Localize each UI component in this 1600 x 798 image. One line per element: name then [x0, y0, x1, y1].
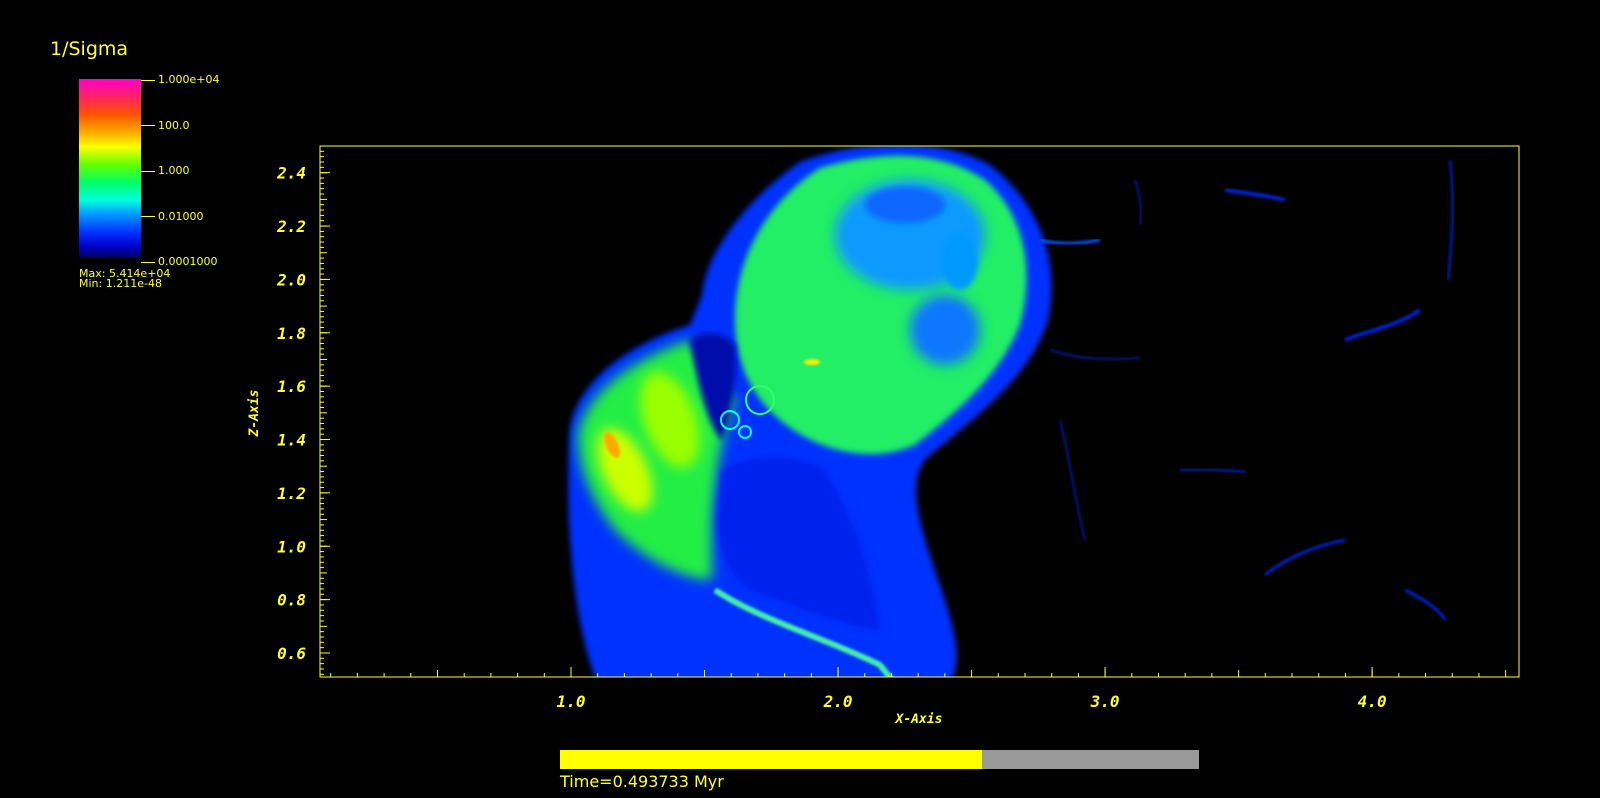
filament: [1059, 419, 1086, 541]
time-progress-fill: [560, 750, 982, 769]
y-axis-title: Z-Axis: [247, 390, 262, 438]
y-tick-label: 2.4: [276, 164, 306, 183]
y-tick-label: 2.0: [276, 270, 306, 289]
x-tick-label: 2.0: [823, 692, 853, 711]
filament: [1264, 538, 1346, 577]
x-tick-label: 3.0: [1090, 692, 1120, 711]
filament: [1134, 179, 1142, 226]
time-progress-bar: [560, 750, 1199, 769]
filament: [1039, 238, 1101, 245]
y-tick-label: 1.6: [277, 377, 306, 396]
time-label: Time=0.493733 Myr: [560, 772, 724, 791]
filament: [1344, 308, 1422, 342]
y-tick-label: 1.8: [277, 324, 306, 343]
filament: [1179, 467, 1246, 474]
y-tick-label: 1.0: [277, 537, 306, 556]
y-tick-label: 0.6: [277, 644, 306, 663]
cavity: [865, 187, 945, 223]
cavity: [910, 295, 980, 365]
x-tick-label: 4.0: [1358, 692, 1387, 711]
filament: [1049, 349, 1141, 361]
filament: [1404, 588, 1447, 621]
x-axis-title: X-Axis: [895, 712, 943, 727]
filament: [1224, 188, 1286, 202]
y-tick-label: 1.2: [277, 484, 306, 503]
y-tick-label: 1.4: [277, 431, 306, 450]
filament: [1446, 159, 1455, 281]
cavity: [942, 234, 978, 290]
y-minor-ticks: [320, 150, 327, 675]
hotspot: [804, 359, 820, 365]
y-tick-label: 0.8: [277, 591, 306, 610]
y-tick-label: 2.2: [276, 217, 306, 236]
plot: 1.0 2.0 3.0 4.0 0.6 0.8 1.0 1.2 1.4 1.6 1.8 2.0 2.2…: [247, 145, 1520, 727]
x-tick-label: 1.0: [557, 692, 586, 711]
heatmap-field: [568, 146, 1455, 677]
